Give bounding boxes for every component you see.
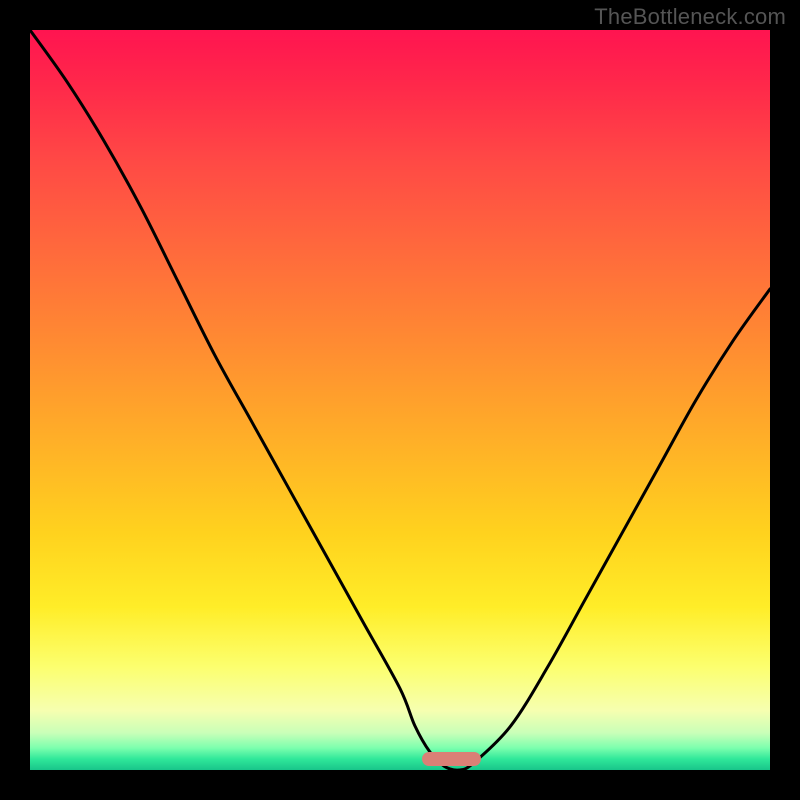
watermark-text: TheBottleneck.com <box>594 4 786 30</box>
optimal-marker <box>422 752 481 766</box>
chart-frame: TheBottleneck.com <box>0 0 800 800</box>
curve-svg <box>30 30 770 770</box>
plot-area <box>30 30 770 770</box>
bottleneck-curve <box>30 30 770 770</box>
